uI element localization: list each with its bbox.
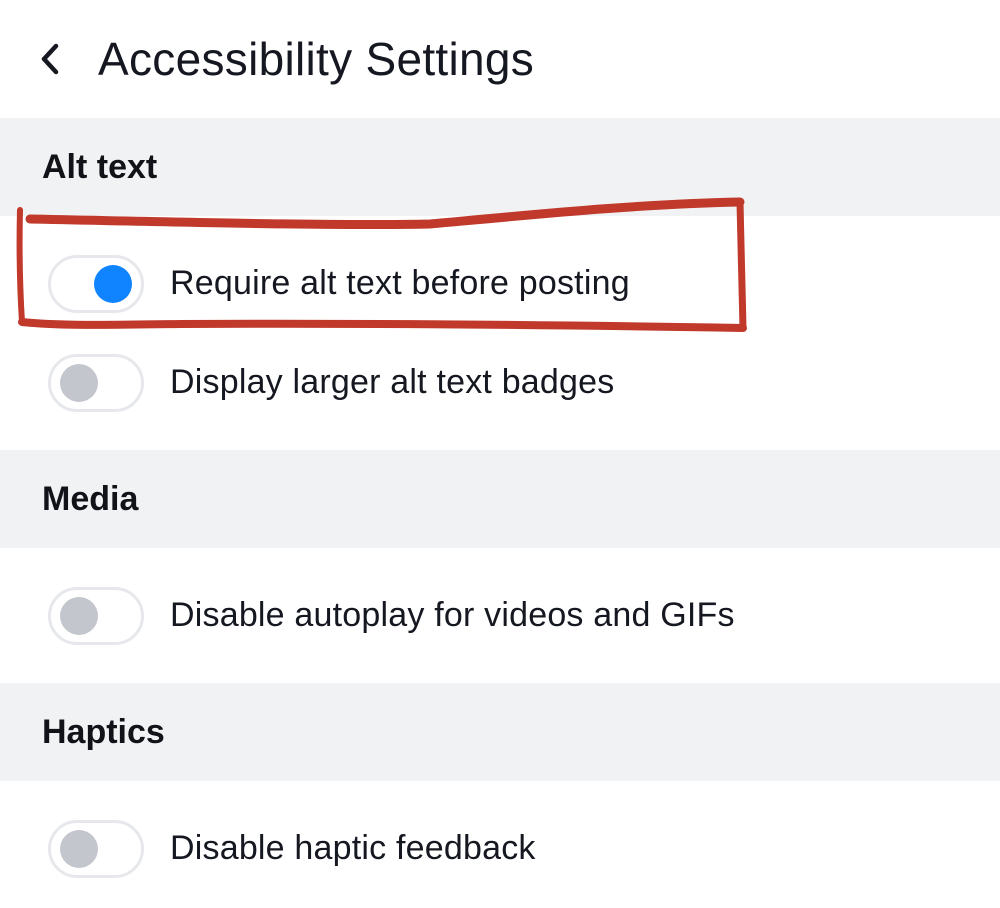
setting-row-larger-alt-badges[interactable]: Display larger alt text badges (0, 333, 1000, 432)
setting-label: Display larger alt text badges (170, 363, 615, 401)
toggle-disable-autoplay[interactable] (48, 586, 144, 645)
section-header-haptics: Haptics (0, 683, 1000, 781)
setting-label: Disable autoplay for videos and GIFs (170, 596, 735, 634)
chevron-left-icon (41, 43, 59, 75)
toggle-larger-alt-badges[interactable] (48, 353, 144, 412)
section-header-alt-text: Alt text (0, 118, 1000, 216)
toggle-knob (60, 596, 98, 635)
toggle-knob (60, 363, 98, 402)
toggle-knob (60, 829, 98, 868)
section-title: Media (42, 479, 139, 518)
setting-row-disable-autoplay[interactable]: Disable autoplay for videos and GIFs (0, 566, 1000, 665)
section-header-media: Media (0, 450, 1000, 548)
back-button[interactable] (30, 29, 70, 89)
section-title: Alt text (42, 147, 158, 186)
setting-row-disable-haptics[interactable]: Disable haptic feedback (0, 799, 1000, 898)
toggle-require-alt-text[interactable] (48, 254, 144, 313)
header-bar: Accessibility Settings (0, 0, 1000, 118)
setting-label: Require alt text before posting (170, 264, 630, 302)
toggle-knob (94, 264, 132, 303)
page-title: Accessibility Settings (98, 33, 535, 85)
setting-label: Disable haptic feedback (170, 829, 536, 867)
setting-row-require-alt-text[interactable]: Require alt text before posting (0, 234, 1000, 333)
toggle-disable-haptics[interactable] (48, 819, 144, 878)
section-title: Haptics (42, 712, 165, 751)
